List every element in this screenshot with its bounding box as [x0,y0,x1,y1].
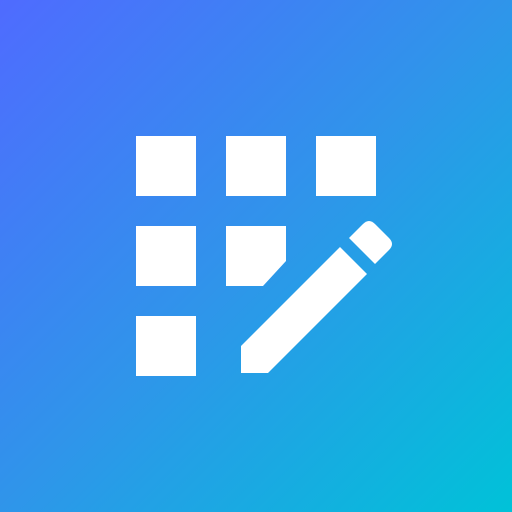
grid-edit-icon [136,136,392,376]
grid-cell-6 [136,316,196,376]
grid-cell-4 [136,226,196,286]
grid-cell-3 [316,136,376,196]
grid-cell-2 [226,136,286,196]
grid-cell-1 [136,136,196,196]
grid-cell-5 [226,226,286,286]
app-icon [0,0,512,512]
pencil-cap [349,221,392,264]
